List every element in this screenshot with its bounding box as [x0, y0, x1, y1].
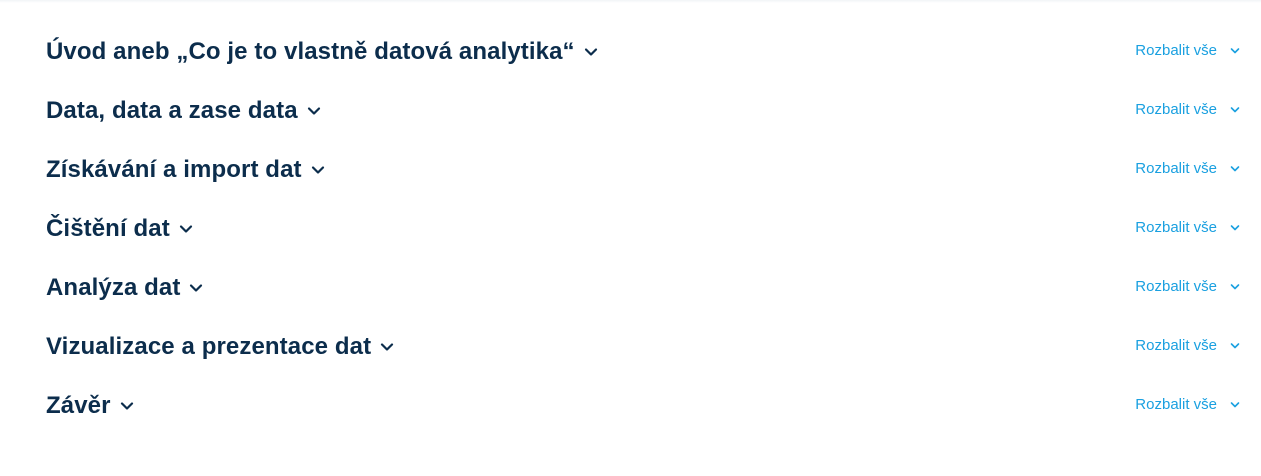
top-divider	[0, 0, 1261, 3]
section-title: Úvod aneb „Co je to vlastně datová analy…	[46, 37, 575, 65]
course-section: Analýza dat Rozbalit vše	[46, 262, 1240, 321]
chevron-down-icon	[1230, 341, 1240, 351]
expand-all-label: Rozbalit vše	[1135, 42, 1217, 59]
course-section: Závěr Rozbalit vše	[46, 380, 1240, 439]
chevron-down-icon	[1230, 46, 1240, 56]
course-section: Získávání a import dat Rozbalit vše	[46, 144, 1240, 203]
expand-all-label: Rozbalit vše	[1135, 219, 1217, 236]
section-title: Závěr	[46, 391, 111, 419]
course-outline: Úvod aneb „Co je to vlastně datová analy…	[46, 26, 1240, 439]
chevron-down-icon	[1230, 164, 1240, 174]
section-toggle-cisteni[interactable]: Čištění dat	[46, 199, 193, 258]
section-toggle-ziskavani[interactable]: Získávání a import dat	[46, 140, 325, 199]
expand-all-label: Rozbalit vše	[1135, 160, 1217, 177]
section-title: Čištění dat	[46, 214, 170, 242]
course-section: Data, data a zase data Rozbalit vše	[46, 85, 1240, 144]
chevron-down-icon	[380, 340, 394, 354]
expand-all-button[interactable]: Rozbalit vše	[1135, 160, 1240, 177]
course-section: Úvod aneb „Co je to vlastně datová analy…	[46, 26, 1240, 85]
course-section: Čištění dat Rozbalit vše	[46, 203, 1240, 262]
expand-all-label: Rozbalit vše	[1135, 396, 1217, 413]
chevron-down-icon	[120, 399, 134, 413]
section-title: Vizualizace a prezentace dat	[46, 332, 372, 360]
chevron-down-icon	[1230, 282, 1240, 292]
course-section: Vizualizace a prezentace dat Rozbalit vš…	[46, 321, 1240, 380]
chevron-down-icon	[189, 281, 203, 295]
section-toggle-uvod[interactable]: Úvod aneb „Co je to vlastně datová analy…	[46, 22, 598, 81]
expand-all-label: Rozbalit vše	[1135, 278, 1217, 295]
section-toggle-data[interactable]: Data, data a zase data	[46, 81, 321, 140]
section-toggle-vizualizace[interactable]: Vizualizace a prezentace dat	[46, 317, 394, 376]
chevron-down-icon	[307, 104, 321, 118]
section-title: Analýza dat	[46, 273, 181, 301]
section-toggle-analyza[interactable]: Analýza dat	[46, 258, 203, 317]
expand-all-button[interactable]: Rozbalit vše	[1135, 278, 1240, 295]
expand-all-label: Rozbalit vše	[1135, 337, 1217, 354]
chevron-down-icon	[1230, 400, 1240, 410]
chevron-down-icon	[584, 45, 598, 59]
expand-all-button[interactable]: Rozbalit vše	[1135, 337, 1240, 354]
section-title: Data, data a zase data	[46, 96, 298, 124]
section-toggle-zaver[interactable]: Závěr	[46, 376, 134, 435]
chevron-down-icon	[179, 222, 193, 236]
expand-all-button[interactable]: Rozbalit vše	[1135, 101, 1240, 118]
chevron-down-icon	[1230, 105, 1240, 115]
expand-all-button[interactable]: Rozbalit vše	[1135, 396, 1240, 413]
expand-all-button[interactable]: Rozbalit vše	[1135, 219, 1240, 236]
section-title: Získávání a import dat	[46, 155, 302, 183]
chevron-down-icon	[311, 163, 325, 177]
expand-all-button[interactable]: Rozbalit vše	[1135, 42, 1240, 59]
expand-all-label: Rozbalit vše	[1135, 101, 1217, 118]
chevron-down-icon	[1230, 223, 1240, 233]
